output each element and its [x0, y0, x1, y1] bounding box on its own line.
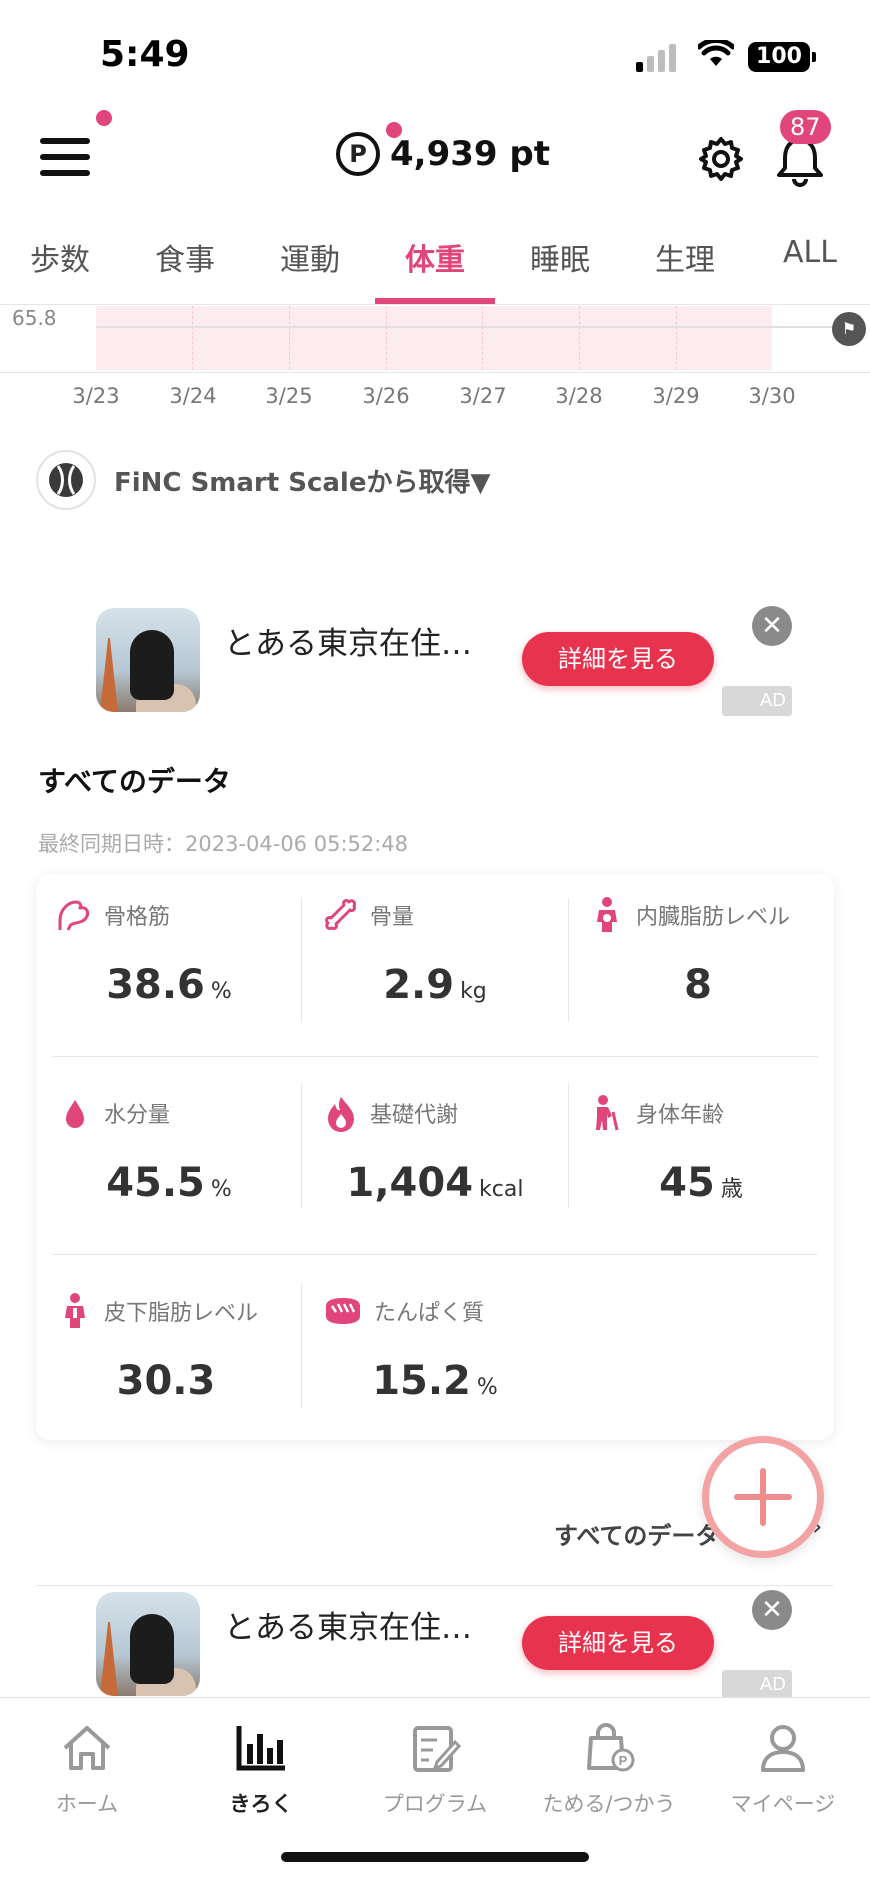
metric-body-age[interactable]: 身体年齢 45 歳: [568, 1072, 834, 1212]
close-icon[interactable]: ✕: [752, 1590, 792, 1630]
home-icon: [63, 1726, 111, 1770]
chart-date-label: 3/30: [748, 384, 796, 408]
data-source-selector[interactable]: FiNC Smart Scaleから取得▼: [36, 450, 490, 510]
program-icon: [413, 1726, 462, 1772]
chart-range-band: [96, 306, 772, 370]
notification-badge: 87: [780, 110, 831, 144]
chart-y-label: 65.8: [12, 306, 57, 330]
metric-visceral-fat[interactable]: 内臓脂肪レベル 8: [568, 874, 834, 1014]
smart-scale-icon: [36, 450, 96, 510]
all-data-link[interactable]: すべてのデータ: [554, 1516, 719, 1551]
ad-badge: AD: [722, 1670, 792, 1700]
chart-date-label: 3/26: [362, 384, 410, 408]
points-notification-dot: [386, 122, 402, 138]
tab-exercise[interactable]: 運動: [250, 235, 370, 279]
menu-icon[interactable]: [40, 130, 94, 182]
chart-date-label: 3/24: [169, 384, 217, 408]
bottom-navigation: ホーム きろく プログラム P ためる/つかう マイページ: [0, 1697, 870, 1883]
metric-protein[interactable]: たんぱく質 15.2%: [302, 1270, 568, 1410]
protein-icon: [326, 1298, 360, 1324]
muscle-icon: [58, 900, 90, 931]
tab-steps[interactable]: 歩数: [0, 235, 120, 279]
body-composition-card: 骨格筋 38.6% 骨量 2.9 kg 内臓脂肪レベル 8 水分量 45.5% 基…: [36, 874, 834, 1440]
body-age-icon: [596, 1095, 619, 1131]
gear-icon[interactable]: [696, 134, 746, 184]
weight-chart: 65.8 ⚑ 3/23 3/24 3/25 3/26 3/27 3/28 3/2…: [0, 306, 870, 426]
water-drop-icon: [66, 1100, 84, 1128]
chart-date-label: 3/29: [652, 384, 700, 408]
ad-details-button[interactable]: 詳細を見る: [522, 1616, 714, 1670]
ad-thumbnail: [96, 608, 200, 712]
bone-icon: [325, 899, 356, 931]
battery-indicator: 100: [748, 42, 816, 72]
nav-my-page[interactable]: マイページ: [696, 1716, 870, 1818]
tab-all[interactable]: ALL: [750, 235, 870, 270]
chart-date-label: 3/27: [459, 384, 507, 408]
nav-records[interactable]: きろく: [174, 1716, 348, 1818]
ad-banner[interactable]: とある東京在住… 詳細を見る ✕ AD: [96, 1590, 796, 1702]
chart-date-label: 3/28: [555, 384, 603, 408]
person-icon: [761, 1725, 805, 1772]
visceral-fat-icon: [597, 897, 617, 932]
tab-weight[interactable]: 体重: [375, 235, 495, 279]
status-bar: 5:49 100: [0, 0, 870, 110]
chart-date-label: 3/23: [72, 384, 120, 408]
chart-date-label: 3/25: [265, 384, 313, 408]
metric-body-water[interactable]: 水分量 45.5%: [36, 1072, 302, 1212]
active-tab-indicator: [375, 298, 495, 304]
nav-home[interactable]: ホーム: [0, 1716, 174, 1818]
metric-basal-metabolism[interactable]: 基礎代謝 1,404 kcal: [302, 1072, 568, 1212]
app-header: P 4,939 pt 87: [0, 110, 870, 210]
nav-save-use[interactable]: P ためる/つかう: [522, 1716, 696, 1818]
chart-goal-line: [96, 326, 846, 328]
home-indicator: [281, 1852, 589, 1862]
tab-meals[interactable]: 食事: [125, 235, 245, 279]
ad-title: とある東京在住…: [224, 1610, 472, 1646]
metric-skeletal-muscle[interactable]: 骨格筋 38.6%: [36, 874, 302, 1014]
points-display[interactable]: P 4,939 pt: [336, 122, 550, 176]
subcutaneous-fat-icon: [65, 1293, 85, 1328]
shopping-bag-icon: P: [587, 1723, 635, 1772]
ad-banner[interactable]: とある東京在住… 詳細を見る ✕ AD: [96, 606, 796, 718]
cell-signal-icon: [636, 44, 676, 72]
ad-details-button[interactable]: 詳細を見る: [522, 632, 714, 686]
points-icon: P: [336, 122, 402, 176]
metric-bone-mass[interactable]: 骨量 2.9 kg: [302, 874, 568, 1014]
ad-title: とある東京在住…: [224, 626, 472, 662]
ad-thumbnail: [96, 1592, 200, 1696]
flame-icon: [328, 1097, 354, 1132]
ad-badge: AD: [722, 686, 792, 716]
data-source-label: FiNC Smart Scaleから取得▼: [114, 467, 491, 498]
nav-program[interactable]: プログラム: [348, 1716, 522, 1818]
status-time: 5:49: [100, 34, 190, 75]
close-icon[interactable]: ✕: [752, 606, 792, 646]
add-record-button[interactable]: [702, 1436, 824, 1558]
flag-icon[interactable]: ⚑: [832, 312, 866, 346]
last-sync-time: 最終同期日時：2023-04-06 05:52:48: [38, 832, 409, 856]
points-value: 4,939 pt: [390, 134, 550, 174]
bar-chart-icon: [236, 1726, 285, 1771]
category-tabs: 歩数 食事 運動 体重 睡眠 生理 ALL: [0, 225, 870, 305]
wifi-icon: [698, 40, 734, 66]
tab-period[interactable]: 生理: [625, 235, 745, 279]
section-title: すべてのデータ: [38, 765, 231, 798]
metric-subcutaneous-fat[interactable]: 皮下脂肪レベル 30.3: [36, 1270, 302, 1410]
tab-sleep[interactable]: 睡眠: [500, 235, 620, 279]
menu-notification-dot: [96, 110, 112, 126]
svg-text:P: P: [619, 1753, 628, 1768]
